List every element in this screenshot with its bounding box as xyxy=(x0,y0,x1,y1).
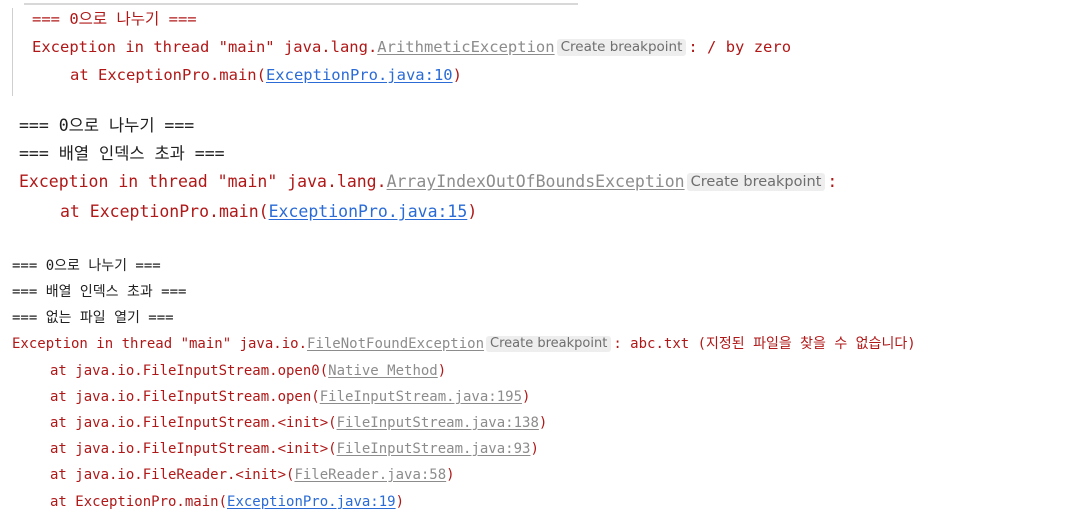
console-line: === 0으로 나누기 === xyxy=(32,10,197,28)
stack-trace-line: at java.io.FileInputStream.<init>(FileIn… xyxy=(50,413,547,433)
console-output-panel-2: === 0으로 나누기 === === 배열 인덱스 초과 === Except… xyxy=(0,108,1067,230)
stack-trace-line: at ExceptionPro.main(ExceptionPro.java:1… xyxy=(50,492,404,512)
console-line: === 없는 파일 열기 === xyxy=(12,310,174,326)
stack-frame-close: ) xyxy=(395,494,405,510)
stack-trace-line: at java.io.FileInputStream.open(FileInpu… xyxy=(50,387,530,407)
stack-trace-line: at ExceptionPro.main(ExceptionPro.java:1… xyxy=(60,200,477,224)
create-breakpoint-button[interactable]: Create breakpoint xyxy=(486,336,612,353)
exception-prefix: Exception in thread "main" java.lang. xyxy=(19,172,387,191)
stack-frame-text: at java.io.FileInputStream.open0( xyxy=(50,363,329,379)
stack-frame-close: ) xyxy=(446,467,455,483)
console-output-panel-1: === 0으로 나누기 === Exception in thread "mai… xyxy=(0,0,1067,100)
stack-frame-text: at ExceptionPro.main( xyxy=(60,202,269,221)
stack-frame-close: ) xyxy=(437,363,447,379)
exception-message: : / by zero xyxy=(688,38,792,56)
stack-frame-text: at java.io.FileInputStream.open( xyxy=(50,389,320,405)
exception-class-link[interactable]: FileNotFoundException xyxy=(307,336,484,352)
console-line: === 배열 인덱스 초과 === xyxy=(19,144,225,163)
exception-message: : xyxy=(827,172,838,191)
exception-class-link[interactable]: ArrayIndexOutOfBoundsException xyxy=(387,172,685,191)
source-location-link[interactable]: FileInputStream.java:195 xyxy=(320,389,522,405)
stack-frame-text: at ExceptionPro.main( xyxy=(70,66,266,84)
source-location-link[interactable]: Native Method xyxy=(328,363,438,379)
exception-class-link[interactable]: ArithmeticException xyxy=(377,38,554,56)
exception-message: : abc.txt (지정된 파일을 찾을 수 없습니다) xyxy=(613,336,916,352)
console-line: === 0으로 나누기 === xyxy=(19,116,195,135)
gutter-line xyxy=(12,8,13,96)
stack-trace-line: at java.io.FileReader.<init>(FileReader.… xyxy=(50,465,455,485)
create-breakpoint-button[interactable]: Create breakpoint xyxy=(686,173,826,192)
stack-frame-close: ) xyxy=(530,441,539,457)
stack-frame-text: at java.io.FileReader.<init>( xyxy=(50,467,295,483)
create-breakpoint-button[interactable]: Create breakpoint xyxy=(556,39,687,56)
source-location-link[interactable]: FileInputStream.java:138 xyxy=(337,415,539,431)
source-location-link[interactable]: FileReader.java:58 xyxy=(294,467,446,483)
exception-prefix: Exception in thread "main" java.io. xyxy=(12,336,308,352)
console-line: === 배열 인덱스 초과 === xyxy=(12,284,187,300)
console-output-panel-3: === 0으로 나누기 === === 배열 인덱스 초과 === === 없는… xyxy=(0,252,1067,532)
stack-trace-line: at java.io.FileInputStream.open0(Native … xyxy=(50,361,446,381)
stack-frame-text: at java.io.FileInputStream.<init>( xyxy=(50,415,337,431)
exception-line: Exception in thread "main" java.lang.Ari… xyxy=(32,36,791,58)
stack-frame-close: ) xyxy=(452,66,462,84)
source-location-link[interactable]: ExceptionPro.java:19 xyxy=(227,494,396,510)
stack-frame-close: ) xyxy=(538,415,548,431)
stack-trace-line: at java.io.FileInputStream.<init>(FileIn… xyxy=(50,439,539,459)
exception-prefix: Exception in thread "main" java.lang. xyxy=(32,38,378,56)
stack-frame-text: at ExceptionPro.main( xyxy=(50,494,228,510)
stack-frame-text: at java.io.FileInputStream.<init>( xyxy=(50,441,337,457)
stack-frame-close: ) xyxy=(467,202,478,221)
stack-frame-close: ) xyxy=(522,389,531,405)
stack-trace-line: at ExceptionPro.main(ExceptionPro.java:1… xyxy=(70,64,462,86)
source-location-link[interactable]: FileInputStream.java:93 xyxy=(337,441,531,457)
console-line: === 0으로 나누기 === xyxy=(12,258,161,274)
exception-line: Exception in thread "main" java.lang.Arr… xyxy=(19,170,837,194)
divider xyxy=(24,3,578,5)
exception-line: Exception in thread "main" java.io.FileN… xyxy=(12,334,916,354)
source-location-link[interactable]: ExceptionPro.java:10 xyxy=(266,66,453,84)
source-location-link[interactable]: ExceptionPro.java:15 xyxy=(269,202,468,221)
